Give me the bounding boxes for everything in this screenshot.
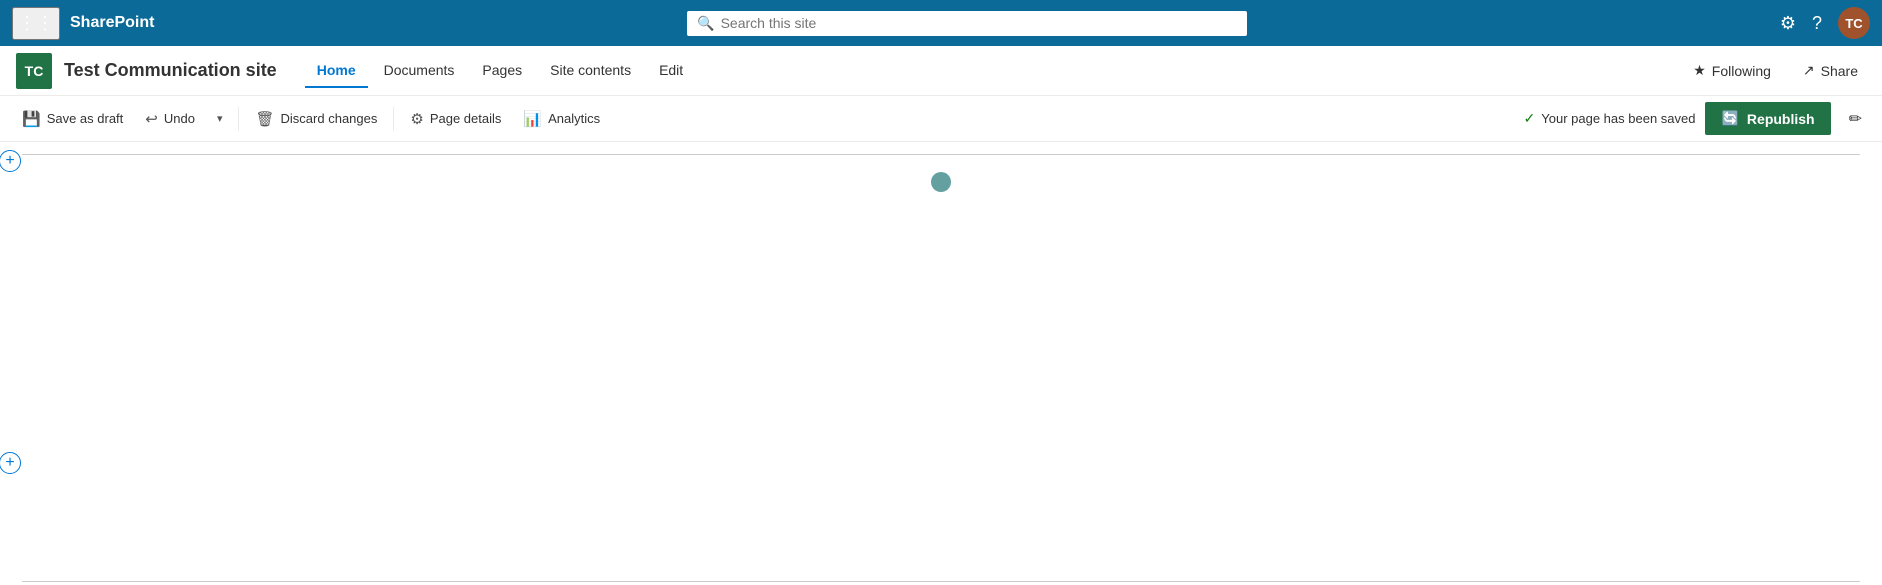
nav-pages[interactable]: Pages	[470, 54, 534, 88]
toolbar-right: ✓ Your page has been saved 🔄 Republish ✏	[1524, 102, 1870, 135]
republish-label: Republish	[1747, 111, 1815, 127]
analytics-button[interactable]: 📊 Analytics	[513, 104, 610, 134]
saved-status: ✓ Your page has been saved	[1524, 110, 1696, 127]
share-button[interactable]: ↗ Share	[1795, 58, 1866, 83]
discard-icon: 🗑	[255, 110, 274, 128]
nav-documents[interactable]: Documents	[372, 54, 467, 88]
chevron-down-icon: ▾	[217, 112, 223, 125]
undo-button[interactable]: ↩ Undo	[135, 104, 205, 134]
nav-site-contents[interactable]: Site contents	[538, 54, 643, 88]
check-icon: ✓	[1524, 110, 1536, 127]
discard-label: Discard changes	[281, 111, 378, 126]
help-button[interactable]: ?	[1812, 13, 1822, 34]
share-label: Share	[1821, 63, 1858, 79]
app-title: SharePoint	[70, 14, 154, 32]
undo-label: Undo	[164, 111, 195, 126]
page-details-button[interactable]: ⚙ Page details	[400, 104, 511, 134]
site-name: Test Communication site	[64, 60, 277, 81]
analytics-label: Analytics	[548, 111, 600, 126]
discard-button[interactable]: 🗑 Discard changes	[245, 104, 387, 134]
nav-bar: TC Test Communication site Home Document…	[0, 46, 1882, 96]
top-bar-actions: ⚙ ? TC	[1780, 7, 1870, 39]
cursor-indicator	[931, 172, 951, 192]
avatar[interactable]: TC	[1838, 7, 1870, 39]
nav-edit[interactable]: Edit	[647, 54, 695, 88]
saved-message: Your page has been saved	[1541, 111, 1695, 126]
add-section-column: + +	[0, 142, 20, 582]
content-canvas	[22, 142, 1860, 582]
nav-home[interactable]: Home	[305, 54, 368, 88]
settings-button[interactable]: ⚙	[1780, 13, 1796, 34]
search-box: 🔍	[687, 11, 1247, 36]
republish-button[interactable]: 🔄 Republish	[1705, 102, 1830, 135]
canvas-top-divider	[22, 154, 1860, 155]
following-button[interactable]: ★ Following	[1685, 58, 1779, 83]
nav-links: Home Documents Pages Site contents Edit	[305, 54, 1686, 88]
top-bar: ⋮⋮ SharePoint 🔍 ⚙ ? TC	[0, 0, 1882, 46]
undo-dropdown-button[interactable]: ▾	[207, 106, 233, 131]
republish-icon: 🔄	[1721, 110, 1738, 127]
search-icon: 🔍	[697, 15, 714, 32]
waffle-menu-button[interactable]: ⋮⋮	[12, 7, 60, 40]
toolbar-separator-2	[393, 107, 394, 131]
nav-right: ★ Following ↗ Share	[1685, 58, 1866, 83]
save-draft-label: Save as draft	[47, 111, 124, 126]
following-label: Following	[1712, 63, 1771, 79]
undo-icon: ↩	[145, 110, 158, 128]
add-section-top-button[interactable]: +	[0, 150, 21, 172]
canvas-bottom-divider	[22, 581, 1860, 582]
analytics-icon: 📊	[523, 110, 542, 128]
save-draft-button[interactable]: 💾 Save as draft	[12, 104, 133, 134]
search-area: 🔍	[164, 11, 1769, 36]
page-details-icon: ⚙	[410, 110, 423, 128]
content-area: + +	[0, 142, 1882, 582]
edit-pencil-button[interactable]: ✏	[1841, 105, 1870, 133]
star-icon: ★	[1693, 62, 1706, 79]
edit-toolbar: 💾 Save as draft ↩ Undo ▾ 🗑 Discard chang…	[0, 96, 1882, 142]
site-logo: TC	[16, 53, 52, 89]
toolbar-separator-1	[238, 107, 239, 131]
save-icon: 💾	[22, 110, 41, 128]
page-details-label: Page details	[430, 111, 502, 126]
search-input[interactable]	[721, 15, 1238, 31]
add-section-bottom-button[interactable]: +	[0, 452, 21, 474]
share-icon: ↗	[1803, 62, 1815, 79]
